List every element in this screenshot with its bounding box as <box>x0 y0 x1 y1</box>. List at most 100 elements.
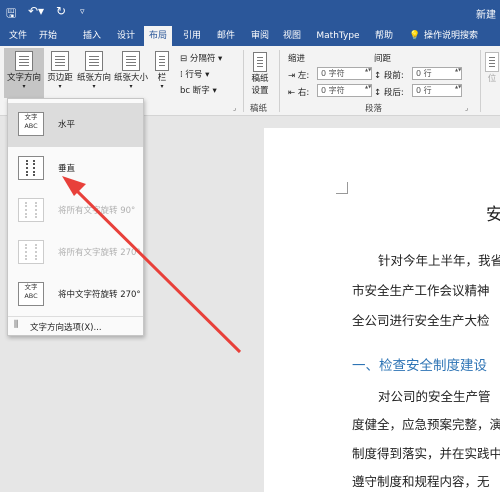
dialog-launcher-icon[interactable]: ⌟ <box>233 104 236 112</box>
divider <box>243 50 244 112</box>
paragraph-line: 对公司的安全生产管 <box>378 389 491 404</box>
tab-view[interactable]: 视图 <box>278 26 306 46</box>
document-title: 新建 <box>476 10 496 21</box>
tab-references[interactable]: 引用 <box>178 26 206 46</box>
breaks-icon: ⊟ <box>180 54 188 64</box>
indent-right-icon: ⇤ <box>288 88 296 98</box>
draft-paper-icon <box>253 52 267 72</box>
menu-item-label: 将所有文字旋转 90° <box>58 206 136 216</box>
spacing-title: 间距 <box>374 54 392 64</box>
paragraph-line: 针对今年上半年，我省 <box>378 253 500 268</box>
text-vertical-icon <box>18 156 44 180</box>
menu-item-horizontal[interactable]: 文字 ABC 水平 <box>8 103 143 147</box>
breaks-button[interactable]: ⊟ 分隔符 ▾ <box>180 52 222 64</box>
draft-settings-label-2: 设置 <box>251 86 269 96</box>
columns-button[interactable]: 栏 ▾ <box>151 48 173 98</box>
line-numbers-button[interactable]: ⁞ 行号 ▾ <box>180 68 209 80</box>
title-bar: 🖫 ↶▾ ↻ ▿ 新建 <box>0 0 500 26</box>
dialog-launcher-icon[interactable]: ⌟ <box>465 104 468 112</box>
tab-layout[interactable]: 布局 <box>144 26 172 46</box>
tab-file[interactable]: 文件 <box>6 26 30 46</box>
chevron-down-icon: ▾ <box>129 83 133 90</box>
paragraph-line: 度健全，应急预案完整，演 <box>352 417 500 432</box>
paragraph-line: 市安全生产工作会议精神 <box>352 283 490 298</box>
tab-mathtype[interactable]: MathType <box>312 26 364 46</box>
spacing-before-input[interactable]: 0 行 <box>412 67 462 80</box>
lightbulb-icon: 💡 <box>409 31 421 41</box>
draft-settings-button[interactable]: 稿纸 设置 <box>248 52 272 100</box>
text-direction-options-label: 文字方向选项(X)... <box>30 323 102 333</box>
text-horizontal-icon: 文字 ABC <box>18 112 44 136</box>
undo-icon[interactable]: ↶▾ <box>28 4 44 18</box>
text-direction-options-icon: ⫼ <box>14 320 19 330</box>
margins-icon <box>51 51 69 71</box>
spacing-after-label: ↕ 段后: <box>374 88 404 98</box>
paragraph-line: 遵守制度和规程内容，无 <box>352 474 490 489</box>
position-label: 位 <box>487 74 497 84</box>
hyphenation-icon: bc <box>180 86 191 96</box>
document-title-text: 安 <box>486 205 500 225</box>
menu-item-label: 将中文字符旋转 270° <box>58 290 141 300</box>
indent-right-label: ⇤ 右: <box>288 88 310 98</box>
margins-button[interactable]: 页边距 ▾ <box>46 48 74 98</box>
margin-corner-mark <box>336 182 348 194</box>
indent-left-input[interactable]: 0 字符 <box>317 67 372 80</box>
chevron-down-icon: ▾ <box>92 83 96 90</box>
spacing-before-icon: ↕ <box>374 71 382 81</box>
indent-left-icon: ⇥ <box>288 71 296 81</box>
menu-item-label: 垂直 <box>58 164 76 174</box>
line-numbers-icon: ⁞ <box>180 70 183 80</box>
paragraph-group-label: 段落 <box>365 104 383 114</box>
columns-icon <box>155 51 169 71</box>
tab-home[interactable]: 开始 <box>34 26 62 46</box>
text-direction-menu: 文字 ABC 水平 垂直 将所有文字旋转 90° 将所有文字旋转 270° 文字… <box>7 98 144 336</box>
indent-right-input[interactable]: 0 字符 <box>317 84 372 97</box>
text-direction-icon <box>15 51 33 71</box>
rotate-270-icon <box>18 240 44 264</box>
chevron-down-icon: ▾ <box>22 83 26 90</box>
tab-mailings[interactable]: 邮件 <box>212 26 240 46</box>
text-direction-button[interactable]: 文字方向 ▾ <box>4 48 44 98</box>
menu-item-rotate-cjk-270[interactable]: 文字 ABC 将中文字符旋转 270° <box>8 273 143 317</box>
customize-quick-access-icon[interactable]: ▿ <box>80 7 85 17</box>
ribbon-tabs: 文件 开始 插入 设计 布局 引用 邮件 审阅 视图 MathType 帮助 💡… <box>0 26 500 46</box>
orientation-icon <box>85 51 103 71</box>
page-size-icon <box>122 51 140 71</box>
tab-review[interactable]: 审阅 <box>246 26 274 46</box>
spacing-before-label: ↕ 段前: <box>374 71 404 81</box>
position-icon <box>485 52 499 72</box>
indent-title: 缩进 <box>288 54 306 64</box>
paragraph-line: 制度得到落实，并在实践中 <box>352 446 500 461</box>
redo-icon[interactable]: ↻ <box>56 4 66 18</box>
chevron-down-icon: ▾ <box>160 83 164 90</box>
tab-help[interactable]: 帮助 <box>370 26 398 46</box>
indent-left-label: ⇥ 左: <box>288 71 310 81</box>
size-label: 纸张大小 <box>113 73 148 83</box>
line-numbers-label: 行号 <box>185 70 203 80</box>
rotate-90-icon <box>18 198 44 222</box>
draft-group-label: 稿纸 <box>250 104 268 114</box>
tab-insert[interactable]: 插入 <box>78 26 106 46</box>
orientation-label: 纸张方向 <box>76 73 111 83</box>
spacing-after-input[interactable]: 0 行 <box>412 84 462 97</box>
divider <box>279 50 280 112</box>
hyphenation-button[interactable]: bc 断字 ▾ <box>180 84 217 96</box>
paragraph-line: 全公司进行安全生产大检 <box>352 313 490 328</box>
text-direction-label: 文字方向 <box>6 73 41 83</box>
tell-me-search[interactable]: 操作说明搜索 <box>424 26 500 46</box>
position-button[interactable]: 位 <box>484 52 500 96</box>
text-direction-options-item[interactable]: ⫼ 文字方向选项(X)... <box>8 316 143 334</box>
size-button[interactable]: 纸张大小 ▾ <box>113 48 149 98</box>
menu-item-rotate-90[interactable]: 将所有文字旋转 90° <box>8 189 143 233</box>
margins-label: 页边距 <box>47 73 73 83</box>
columns-label: 栏 <box>157 73 167 83</box>
tab-design[interactable]: 设计 <box>112 26 140 46</box>
orientation-button[interactable]: 纸张方向 ▾ <box>76 48 112 98</box>
draft-settings-label-1: 稿纸 <box>251 74 269 84</box>
divider <box>480 50 481 112</box>
save-icon[interactable]: 🖫 <box>6 4 16 25</box>
menu-item-rotate-270[interactable]: 将所有文字旋转 270° <box>8 231 143 275</box>
chevron-down-icon: ▾ <box>58 83 62 90</box>
menu-item-label: 水平 <box>58 120 76 130</box>
menu-item-vertical[interactable]: 垂直 <box>8 147 143 191</box>
